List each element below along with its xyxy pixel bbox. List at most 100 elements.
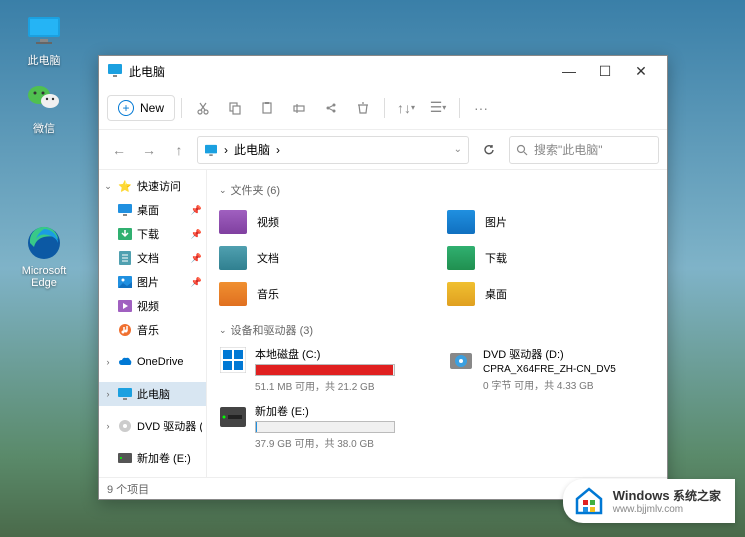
sidebar-item-new-volume[interactable]: 新加卷 (E:) bbox=[99, 446, 206, 470]
folder-item-downloads[interactable]: 下载 bbox=[447, 242, 655, 274]
chevron-down-icon: ⌄ bbox=[219, 325, 227, 336]
picture-icon bbox=[117, 274, 133, 290]
chevron-right-icon[interactable]: › bbox=[103, 421, 113, 431]
item-count: 9 个项目 bbox=[107, 481, 149, 497]
window-icon bbox=[107, 63, 123, 79]
more-button[interactable]: ··· bbox=[466, 93, 496, 123]
breadcrumb-sep: › bbox=[224, 143, 228, 157]
back-button[interactable]: ← bbox=[107, 138, 131, 162]
new-label: New bbox=[140, 101, 164, 115]
search-placeholder: 搜索"此电脑" bbox=[534, 141, 603, 158]
monitor-icon bbox=[117, 386, 133, 402]
share-button[interactable] bbox=[316, 93, 346, 123]
sidebar-item-documents[interactable]: 文档 📌 bbox=[99, 246, 206, 270]
folder-icon bbox=[219, 210, 247, 234]
up-button[interactable]: ↑ bbox=[167, 138, 191, 162]
monitor-icon bbox=[204, 144, 218, 156]
disc-icon bbox=[117, 418, 133, 434]
music-icon bbox=[117, 322, 133, 338]
drives-grid: 本地磁盘 (C:) 51.1 MB 可用，共 21.2 GB DVD 驱动器 (… bbox=[219, 346, 655, 450]
chevron-down-icon[interactable]: ⌄ bbox=[454, 144, 462, 155]
close-button[interactable]: ✕ bbox=[623, 57, 659, 85]
desktop-icon-edge[interactable]: Microsoft Edge bbox=[14, 225, 74, 289]
pin-icon: 📌 bbox=[191, 277, 202, 288]
drive-item-c[interactable]: 本地磁盘 (C:) 51.1 MB 可用，共 21.2 GB bbox=[219, 346, 427, 393]
rename-button[interactable] bbox=[284, 93, 314, 123]
address-bar[interactable]: › 此电脑 › ⌄ bbox=[197, 136, 469, 164]
sort-button[interactable]: ↑↓ ▾ bbox=[391, 93, 421, 123]
separator bbox=[384, 98, 385, 118]
folders-grid: 视频 图片 文档 下载 音乐 bbox=[219, 206, 655, 310]
chevron-right-icon[interactable]: › bbox=[103, 357, 113, 367]
desktop-icon-label: Microsoft Edge bbox=[14, 265, 74, 289]
folder-item-videos[interactable]: 视频 bbox=[219, 206, 427, 238]
usage-bar bbox=[255, 364, 395, 376]
drive-item-e[interactable]: 新加卷 (E:) 37.9 GB 可用，共 38.0 GB bbox=[219, 403, 427, 450]
toolbar: + New ↑↓ ▾ ☰ ▾ ··· bbox=[99, 86, 667, 130]
cloud-icon bbox=[117, 354, 133, 370]
desktop-icon-this-pc[interactable]: 此电脑 bbox=[14, 12, 74, 68]
sidebar-item-onedrive[interactable]: › OneDrive bbox=[99, 350, 206, 374]
group-header-folders[interactable]: ⌄ 文件夹 (6) bbox=[219, 182, 655, 198]
folder-icon bbox=[219, 246, 247, 270]
chevron-down-icon: ⌄ bbox=[219, 185, 227, 196]
group-header-drives[interactable]: ⌄ 设备和驱动器 (3) bbox=[219, 322, 655, 338]
sidebar-item-music[interactable]: 音乐 bbox=[99, 318, 206, 342]
video-icon bbox=[117, 298, 133, 314]
folder-item-desktop[interactable]: 桌面 bbox=[447, 278, 655, 310]
separator bbox=[459, 98, 460, 118]
document-icon bbox=[117, 250, 133, 266]
folder-item-pictures[interactable]: 图片 bbox=[447, 206, 655, 238]
desktop-icon bbox=[117, 202, 133, 218]
house-icon bbox=[573, 485, 605, 517]
breadcrumb-item[interactable]: 此电脑 bbox=[234, 141, 270, 158]
minimize-button[interactable]: — bbox=[551, 57, 587, 85]
sidebar-item-downloads[interactable]: 下载 📌 bbox=[99, 222, 206, 246]
chevron-down-icon[interactable]: ⌄ bbox=[103, 181, 113, 192]
titlebar[interactable]: 此电脑 — ☐ ✕ bbox=[99, 56, 667, 86]
monitor-icon bbox=[26, 12, 62, 48]
hdd-icon bbox=[219, 403, 247, 431]
sidebar-item-quick-access[interactable]: ⌄ ⭐ 快速访问 bbox=[99, 174, 206, 198]
folder-item-documents[interactable]: 文档 bbox=[219, 242, 427, 274]
usage-bar bbox=[255, 421, 395, 433]
delete-button[interactable] bbox=[348, 93, 378, 123]
sidebar-item-this-pc[interactable]: › 此电脑 bbox=[99, 382, 206, 406]
cut-button[interactable] bbox=[188, 93, 218, 123]
sidebar-item-dvd[interactable]: › DVD 驱动器 ( bbox=[99, 414, 206, 438]
windows-drive-icon bbox=[219, 346, 247, 374]
folder-icon bbox=[447, 246, 475, 270]
folder-item-music[interactable]: 音乐 bbox=[219, 278, 427, 310]
drive-item-dvd[interactable]: DVD 驱动器 (D:) CPRA_X64FRE_ZH-CN_DV5 0 字节 … bbox=[447, 346, 655, 393]
sidebar-item-desktop[interactable]: 桌面 📌 bbox=[99, 198, 206, 222]
search-icon bbox=[516, 144, 528, 156]
search-input[interactable]: 搜索"此电脑" bbox=[509, 136, 659, 164]
content-pane: ⌄ 文件夹 (6) 视频 图片 文档 下载 bbox=[207, 170, 667, 477]
breadcrumb-sep: › bbox=[276, 143, 280, 157]
plus-icon: + bbox=[118, 100, 134, 116]
desktop-icon-label: 微信 bbox=[33, 120, 55, 136]
pin-icon: 📌 bbox=[191, 205, 202, 216]
pin-icon: 📌 bbox=[191, 253, 202, 264]
window-title: 此电脑 bbox=[129, 63, 551, 80]
maximize-button[interactable]: ☐ bbox=[587, 57, 623, 85]
view-button[interactable]: ☰ ▾ bbox=[423, 93, 453, 123]
folder-icon bbox=[447, 210, 475, 234]
desktop-icon-wechat[interactable]: 微信 bbox=[14, 80, 74, 136]
paste-button[interactable] bbox=[252, 93, 282, 123]
forward-button[interactable]: → bbox=[137, 138, 161, 162]
sidebar-item-videos[interactable]: 视频 bbox=[99, 294, 206, 318]
folder-icon bbox=[447, 282, 475, 306]
navbar: ← → ↑ › 此电脑 › ⌄ 搜索"此电脑" bbox=[99, 130, 667, 170]
separator bbox=[181, 98, 182, 118]
copy-button[interactable] bbox=[220, 93, 250, 123]
desktop-icon-label: 此电脑 bbox=[28, 52, 61, 68]
pin-icon: 📌 bbox=[191, 229, 202, 240]
edge-icon bbox=[26, 225, 62, 261]
chevron-right-icon[interactable]: › bbox=[103, 389, 113, 399]
download-icon bbox=[117, 226, 133, 242]
new-button[interactable]: + New bbox=[107, 95, 175, 121]
refresh-button[interactable] bbox=[475, 136, 503, 164]
sidebar-item-pictures[interactable]: 图片 📌 bbox=[99, 270, 206, 294]
folder-icon bbox=[219, 282, 247, 306]
